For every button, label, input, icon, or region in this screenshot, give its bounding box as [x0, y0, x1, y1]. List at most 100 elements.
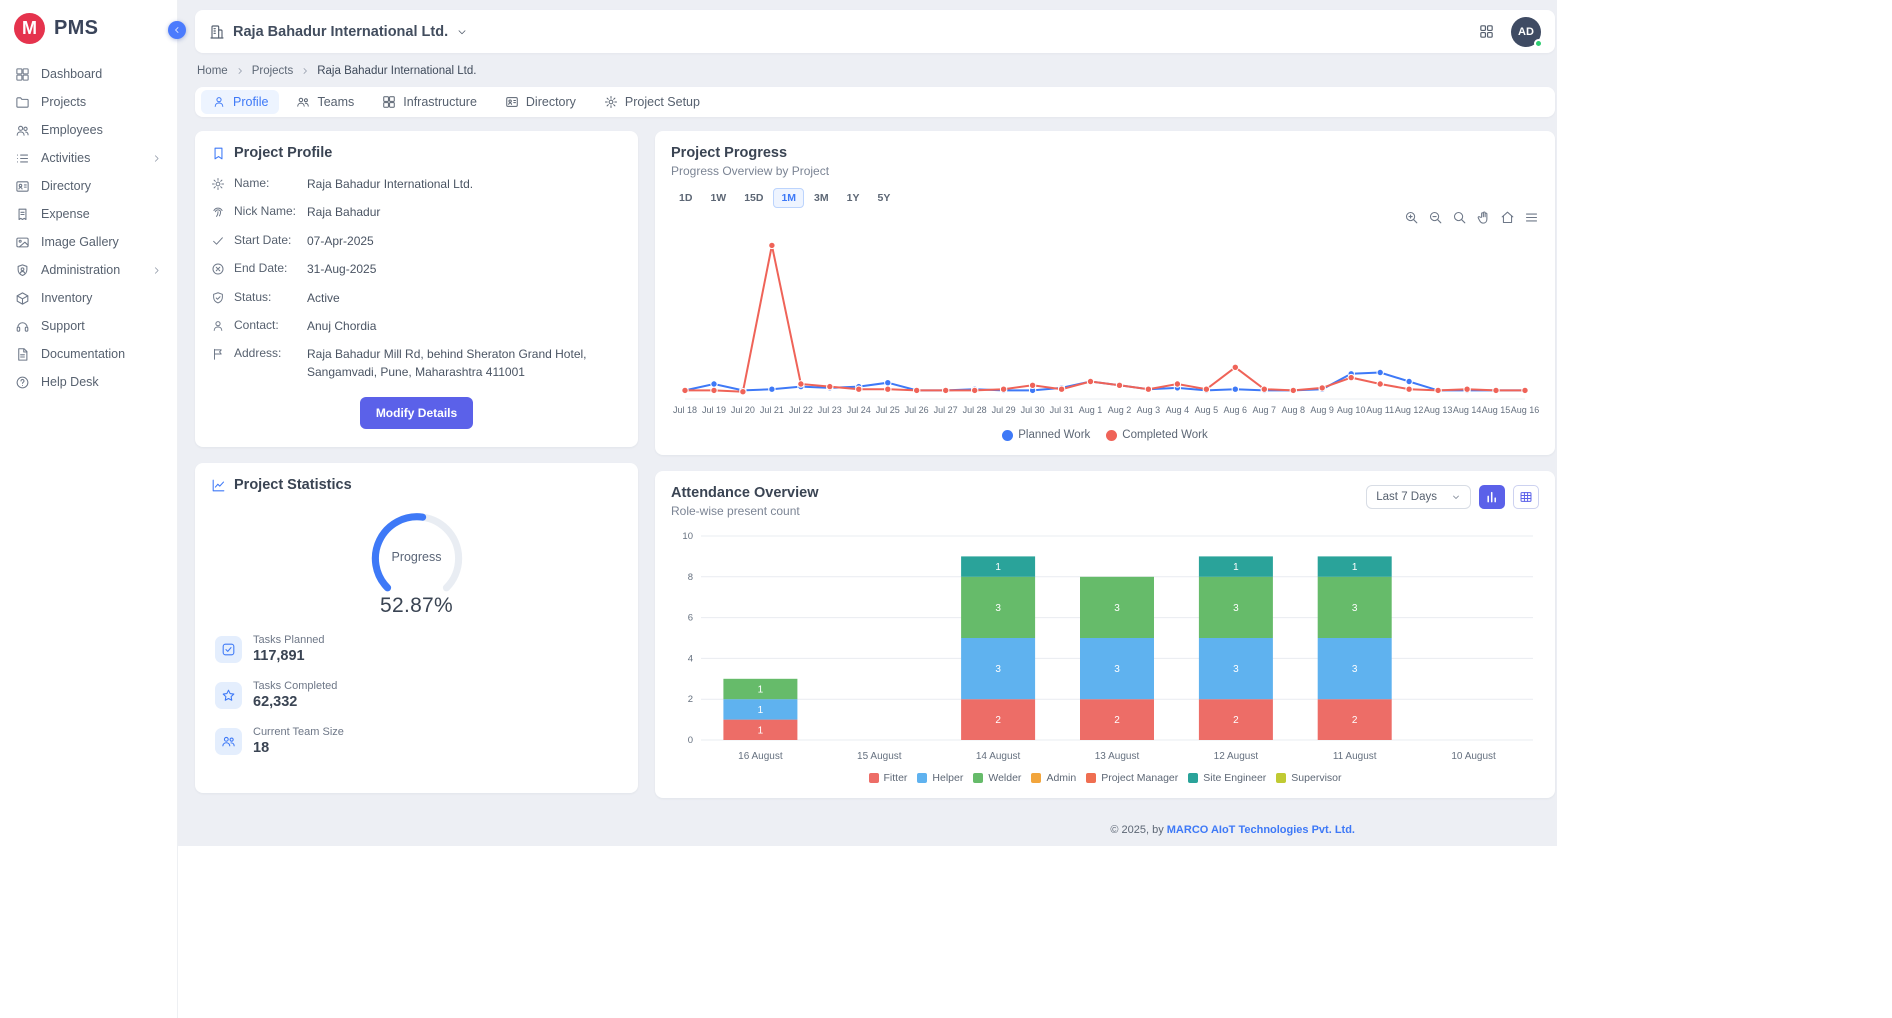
svg-text:Aug 5: Aug 5	[1195, 405, 1219, 415]
field-label: Nick Name:	[234, 204, 298, 218]
selection-zoom-icon[interactable]	[1452, 210, 1467, 225]
range-3m-button[interactable]: 3M	[806, 188, 837, 208]
svg-text:1: 1	[758, 705, 764, 716]
stat-row-current-team-size: Current Team Size18	[211, 726, 622, 756]
tab-teams[interactable]: Teams	[285, 90, 365, 114]
svg-text:Aug 4: Aug 4	[1166, 405, 1190, 415]
legend-label: Project Manager	[1101, 772, 1178, 784]
tab-directory[interactable]: Directory	[494, 90, 587, 114]
field-value: 31-Aug-2025	[307, 261, 622, 278]
svg-text:3: 3	[1233, 603, 1239, 614]
box-icon	[15, 291, 30, 306]
range-5y-button[interactable]: 5Y	[869, 188, 898, 208]
svg-text:Aug 12: Aug 12	[1395, 405, 1424, 415]
sidebar-item-expense[interactable]: Expense	[0, 200, 177, 228]
legend-item-supervisor[interactable]: Supervisor	[1276, 772, 1341, 784]
tab-project-setup[interactable]: Project Setup	[593, 90, 711, 114]
sidebar-collapse-button[interactable]	[168, 21, 186, 39]
legend-item-planned-work[interactable]: Planned Work	[1002, 429, 1090, 441]
svg-text:Jul 30: Jul 30	[1021, 405, 1045, 415]
progress-card-subtitle: Progress Overview by Project	[671, 164, 1539, 178]
tab-infrastructure[interactable]: Infrastructure	[371, 90, 488, 114]
attendance-chart[interactable]: 024681011116 August15 August233114 Augus…	[671, 526, 1539, 766]
sidebar-item-dashboard[interactable]: Dashboard	[0, 60, 177, 88]
progress-chart-legend: Planned Work Completed Work	[671, 429, 1539, 441]
stat-label: Current Team Size	[253, 726, 344, 738]
range-1m-button[interactable]: 1M	[773, 188, 804, 208]
legend-label: Supervisor	[1291, 772, 1341, 784]
range-1d-button[interactable]: 1D	[671, 188, 700, 208]
gauge-value: 52.87%	[362, 594, 472, 618]
sidebar-item-help-desk[interactable]: Help Desk	[0, 368, 177, 396]
field-label: Address:	[234, 346, 298, 360]
home-icon[interactable]	[1500, 210, 1515, 225]
right-column: Project Progress Progress Overview by Pr…	[655, 131, 1555, 842]
sidebar-item-documentation[interactable]: Documentation	[0, 340, 177, 368]
range-1w-button[interactable]: 1W	[702, 188, 734, 208]
sidebar-item-image-gallery[interactable]: Image Gallery	[0, 228, 177, 256]
online-status-dot	[1534, 39, 1543, 48]
sidebar-item-projects[interactable]: Projects	[0, 88, 177, 116]
legend-item-site-engineer[interactable]: Site Engineer	[1188, 772, 1266, 784]
breadcrumb-item-home[interactable]: Home	[197, 65, 228, 77]
svg-text:Aug 6: Aug 6	[1224, 405, 1248, 415]
breadcrumb-item-projects[interactable]: Projects	[252, 65, 294, 77]
legend-item-fitter[interactable]: Fitter	[869, 772, 908, 784]
sidebar-item-inventory[interactable]: Inventory	[0, 284, 177, 312]
svg-text:Aug 10: Aug 10	[1337, 405, 1366, 415]
range-1y-button[interactable]: 1Y	[839, 188, 868, 208]
sidebar-item-employees[interactable]: Employees	[0, 116, 177, 144]
svg-text:6: 6	[688, 613, 693, 624]
sidebar-item-administration[interactable]: Administration	[0, 256, 177, 284]
date-range-select[interactable]: Last 7 Days	[1366, 485, 1471, 509]
footer-company-link[interactable]: MARCO AIoT Technologies Pvt. Ltd.	[1167, 824, 1355, 836]
modify-details-button[interactable]: Modify Details	[360, 397, 473, 429]
field-value: 07-Apr-2025	[307, 233, 622, 250]
statistics-list: Tasks Planned117,891Tasks Completed62,33…	[211, 634, 622, 756]
sidebar-item-support[interactable]: Support	[0, 312, 177, 340]
chevron-left-icon	[172, 25, 182, 35]
sidebar-item-directory[interactable]: Directory	[0, 172, 177, 200]
legend-label: Helper	[932, 772, 963, 784]
svg-text:Jul 21: Jul 21	[760, 405, 784, 415]
sidebar-item-activities[interactable]: Activities	[0, 144, 177, 172]
company-selector[interactable]: Raja Bahadur International Ltd.	[209, 24, 468, 40]
table-view-button[interactable]	[1513, 485, 1539, 509]
field-value: Anuj Chordia	[307, 318, 622, 335]
tab-profile[interactable]: Profile	[201, 90, 279, 114]
avatar[interactable]: AD	[1511, 17, 1541, 47]
menu-icon[interactable]	[1524, 210, 1539, 225]
sidebar: M PMS DashboardProjectsEmployeesActiviti…	[0, 0, 178, 1018]
stat-label: Tasks Completed	[253, 680, 337, 692]
zoom-in-icon[interactable]	[1404, 210, 1419, 225]
company-name: Raja Bahadur International Ltd.	[233, 24, 448, 40]
legend-item-completed-work[interactable]: Completed Work	[1106, 429, 1207, 441]
pan-icon[interactable]	[1476, 210, 1491, 225]
svg-text:4: 4	[688, 653, 693, 664]
legend-item-admin[interactable]: Admin	[1031, 772, 1076, 784]
legend-item-project-manager[interactable]: Project Manager	[1086, 772, 1178, 784]
chart-toolbar	[671, 210, 1539, 225]
range-15d-button[interactable]: 15D	[736, 188, 771, 208]
svg-text:1: 1	[1352, 562, 1358, 573]
legend-item-welder[interactable]: Welder	[973, 772, 1021, 784]
sidebar-item-label: Inventory	[41, 291, 92, 305]
chevron-down-icon	[456, 26, 468, 38]
project-progress-chart[interactable]: Jul 18Jul 19Jul 20Jul 21Jul 22Jul 23Jul …	[671, 225, 1539, 423]
apps-grid-icon[interactable]	[1478, 23, 1495, 40]
legend-marker	[1276, 773, 1286, 783]
profile-field-row: Nick Name:Raja Bahadur	[211, 204, 622, 221]
legend-marker	[1002, 430, 1013, 441]
attendance-titles: Attendance Overview Role-wise present co…	[671, 485, 818, 518]
legend-label: Planned Work	[1018, 429, 1090, 441]
bar-view-button[interactable]	[1479, 485, 1505, 509]
sidebar-item-label: Documentation	[41, 347, 125, 361]
field-label: Status:	[234, 290, 298, 304]
dashboard-icon	[15, 67, 30, 82]
app-root: M PMS DashboardProjectsEmployeesActiviti…	[0, 0, 1557, 1018]
svg-text:Jul 18: Jul 18	[673, 405, 697, 415]
legend-item-helper[interactable]: Helper	[917, 772, 963, 784]
legend-label: Welder	[988, 772, 1021, 784]
dashboard-icon	[382, 95, 396, 109]
zoom-out-icon[interactable]	[1428, 210, 1443, 225]
